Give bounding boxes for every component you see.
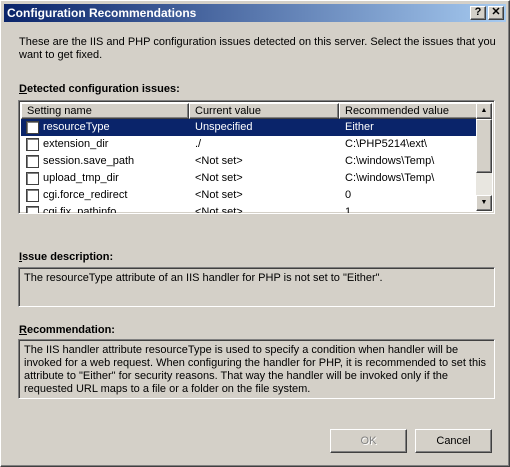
issue-description-text: The resourceType attribute of an IIS han… xyxy=(18,267,495,307)
current-value-cell: <Not set> xyxy=(195,189,243,201)
table-row[interactable]: extension_dir ./ C:\PHP5214\ext\ xyxy=(21,136,479,153)
recommended-value-cell: 0 xyxy=(345,189,352,201)
setting-name-cell: cgi.force_redirect xyxy=(21,187,189,204)
table-row[interactable]: cgi.force_redirect <Not set> 0 xyxy=(21,187,479,204)
scroll-thumb[interactable] xyxy=(476,119,492,173)
setting-name: extension_dir xyxy=(43,138,109,150)
issue-checkbox[interactable] xyxy=(26,155,39,168)
issue-checkbox[interactable] xyxy=(26,206,39,213)
setting-name-cell: resourceType xyxy=(21,119,189,136)
column-header-current-value[interactable]: Current value xyxy=(189,103,339,119)
recommended-value-cell: Either xyxy=(345,121,374,133)
issue-description-label: Issue description: xyxy=(19,251,114,263)
issues-rows: resourceType Unspecified Either extension_d… xyxy=(21,119,479,214)
intro-text: These are the IIS and PHP configuration … xyxy=(19,36,496,61)
recommended-value-cell: C:\PHP5214\ext\ xyxy=(345,138,427,150)
setting-name-cell: cgi.fix_pathinfo xyxy=(21,204,189,214)
recommendation-label: Recommendation: xyxy=(19,324,115,336)
current-value-cell: <Not set> xyxy=(195,172,243,184)
close-button[interactable]: ✕ xyxy=(488,6,504,20)
scroll-down-icon[interactable]: ▼ xyxy=(476,195,492,211)
column-header-setting-name[interactable]: Setting name xyxy=(21,103,189,119)
table-row[interactable]: session.save_path <Not set> C:\windows\Tem… xyxy=(21,153,479,170)
issues-list[interactable]: Setting name Current value Recommended v… xyxy=(18,100,495,214)
issue-checkbox[interactable] xyxy=(26,189,39,202)
issue-checkbox[interactable] xyxy=(26,121,39,134)
ok-button[interactable]: OK xyxy=(330,429,407,453)
setting-name-cell: session.save_path xyxy=(21,153,189,170)
column-header-recommended-value[interactable]: Recommended value xyxy=(339,103,479,119)
configuration-recommendations-dialog: Configuration Recommendations ? ✕ These … xyxy=(0,0,510,467)
setting-name-cell: extension_dir xyxy=(21,136,189,153)
scroll-up-icon[interactable]: ▲ xyxy=(476,103,492,119)
recommended-value-cell: C:\windows\Temp\ xyxy=(345,172,435,184)
setting-name: session.save_path xyxy=(43,155,135,167)
recommended-value-cell: C:\windows\Temp\ xyxy=(345,155,435,167)
detected-issues-label: Detected configuration issues: xyxy=(19,83,180,95)
vertical-scrollbar[interactable]: ▲ ▼ xyxy=(476,103,492,211)
recommendation-text: The IIS handler attribute resourceType i… xyxy=(18,339,495,399)
table-row[interactable]: resourceType Unspecified Either xyxy=(21,119,479,136)
recommended-value-cell: 1 xyxy=(345,206,352,214)
dialog-title: Configuration Recommendations xyxy=(7,6,197,20)
current-value-cell: Unspecified xyxy=(195,121,253,133)
issue-checkbox[interactable] xyxy=(26,172,39,185)
setting-name: cgi.force_redirect xyxy=(43,189,128,201)
title-bar[interactable]: Configuration Recommendations ? ✕ xyxy=(4,4,506,22)
setting-name-cell: upload_tmp_dir xyxy=(21,170,189,187)
table-row[interactable]: cgi.fix_pathinfo <Not set> 1 xyxy=(21,204,479,214)
cancel-button[interactable]: Cancel xyxy=(415,429,492,453)
setting-name: upload_tmp_dir xyxy=(43,172,119,184)
setting-name: resourceType xyxy=(43,121,110,133)
table-row[interactable]: upload_tmp_dir <Not set> C:\windows\Temp\ xyxy=(21,170,479,187)
help-button[interactable]: ? xyxy=(470,6,486,20)
setting-name: cgi.fix_pathinfo xyxy=(43,206,117,214)
current-value-cell: <Not set> xyxy=(195,155,243,167)
list-header: Setting name Current value Recommended v… xyxy=(21,103,479,119)
current-value-cell: <Not set> xyxy=(195,206,243,214)
issue-checkbox[interactable] xyxy=(26,138,39,151)
current-value-cell: ./ xyxy=(195,138,202,150)
